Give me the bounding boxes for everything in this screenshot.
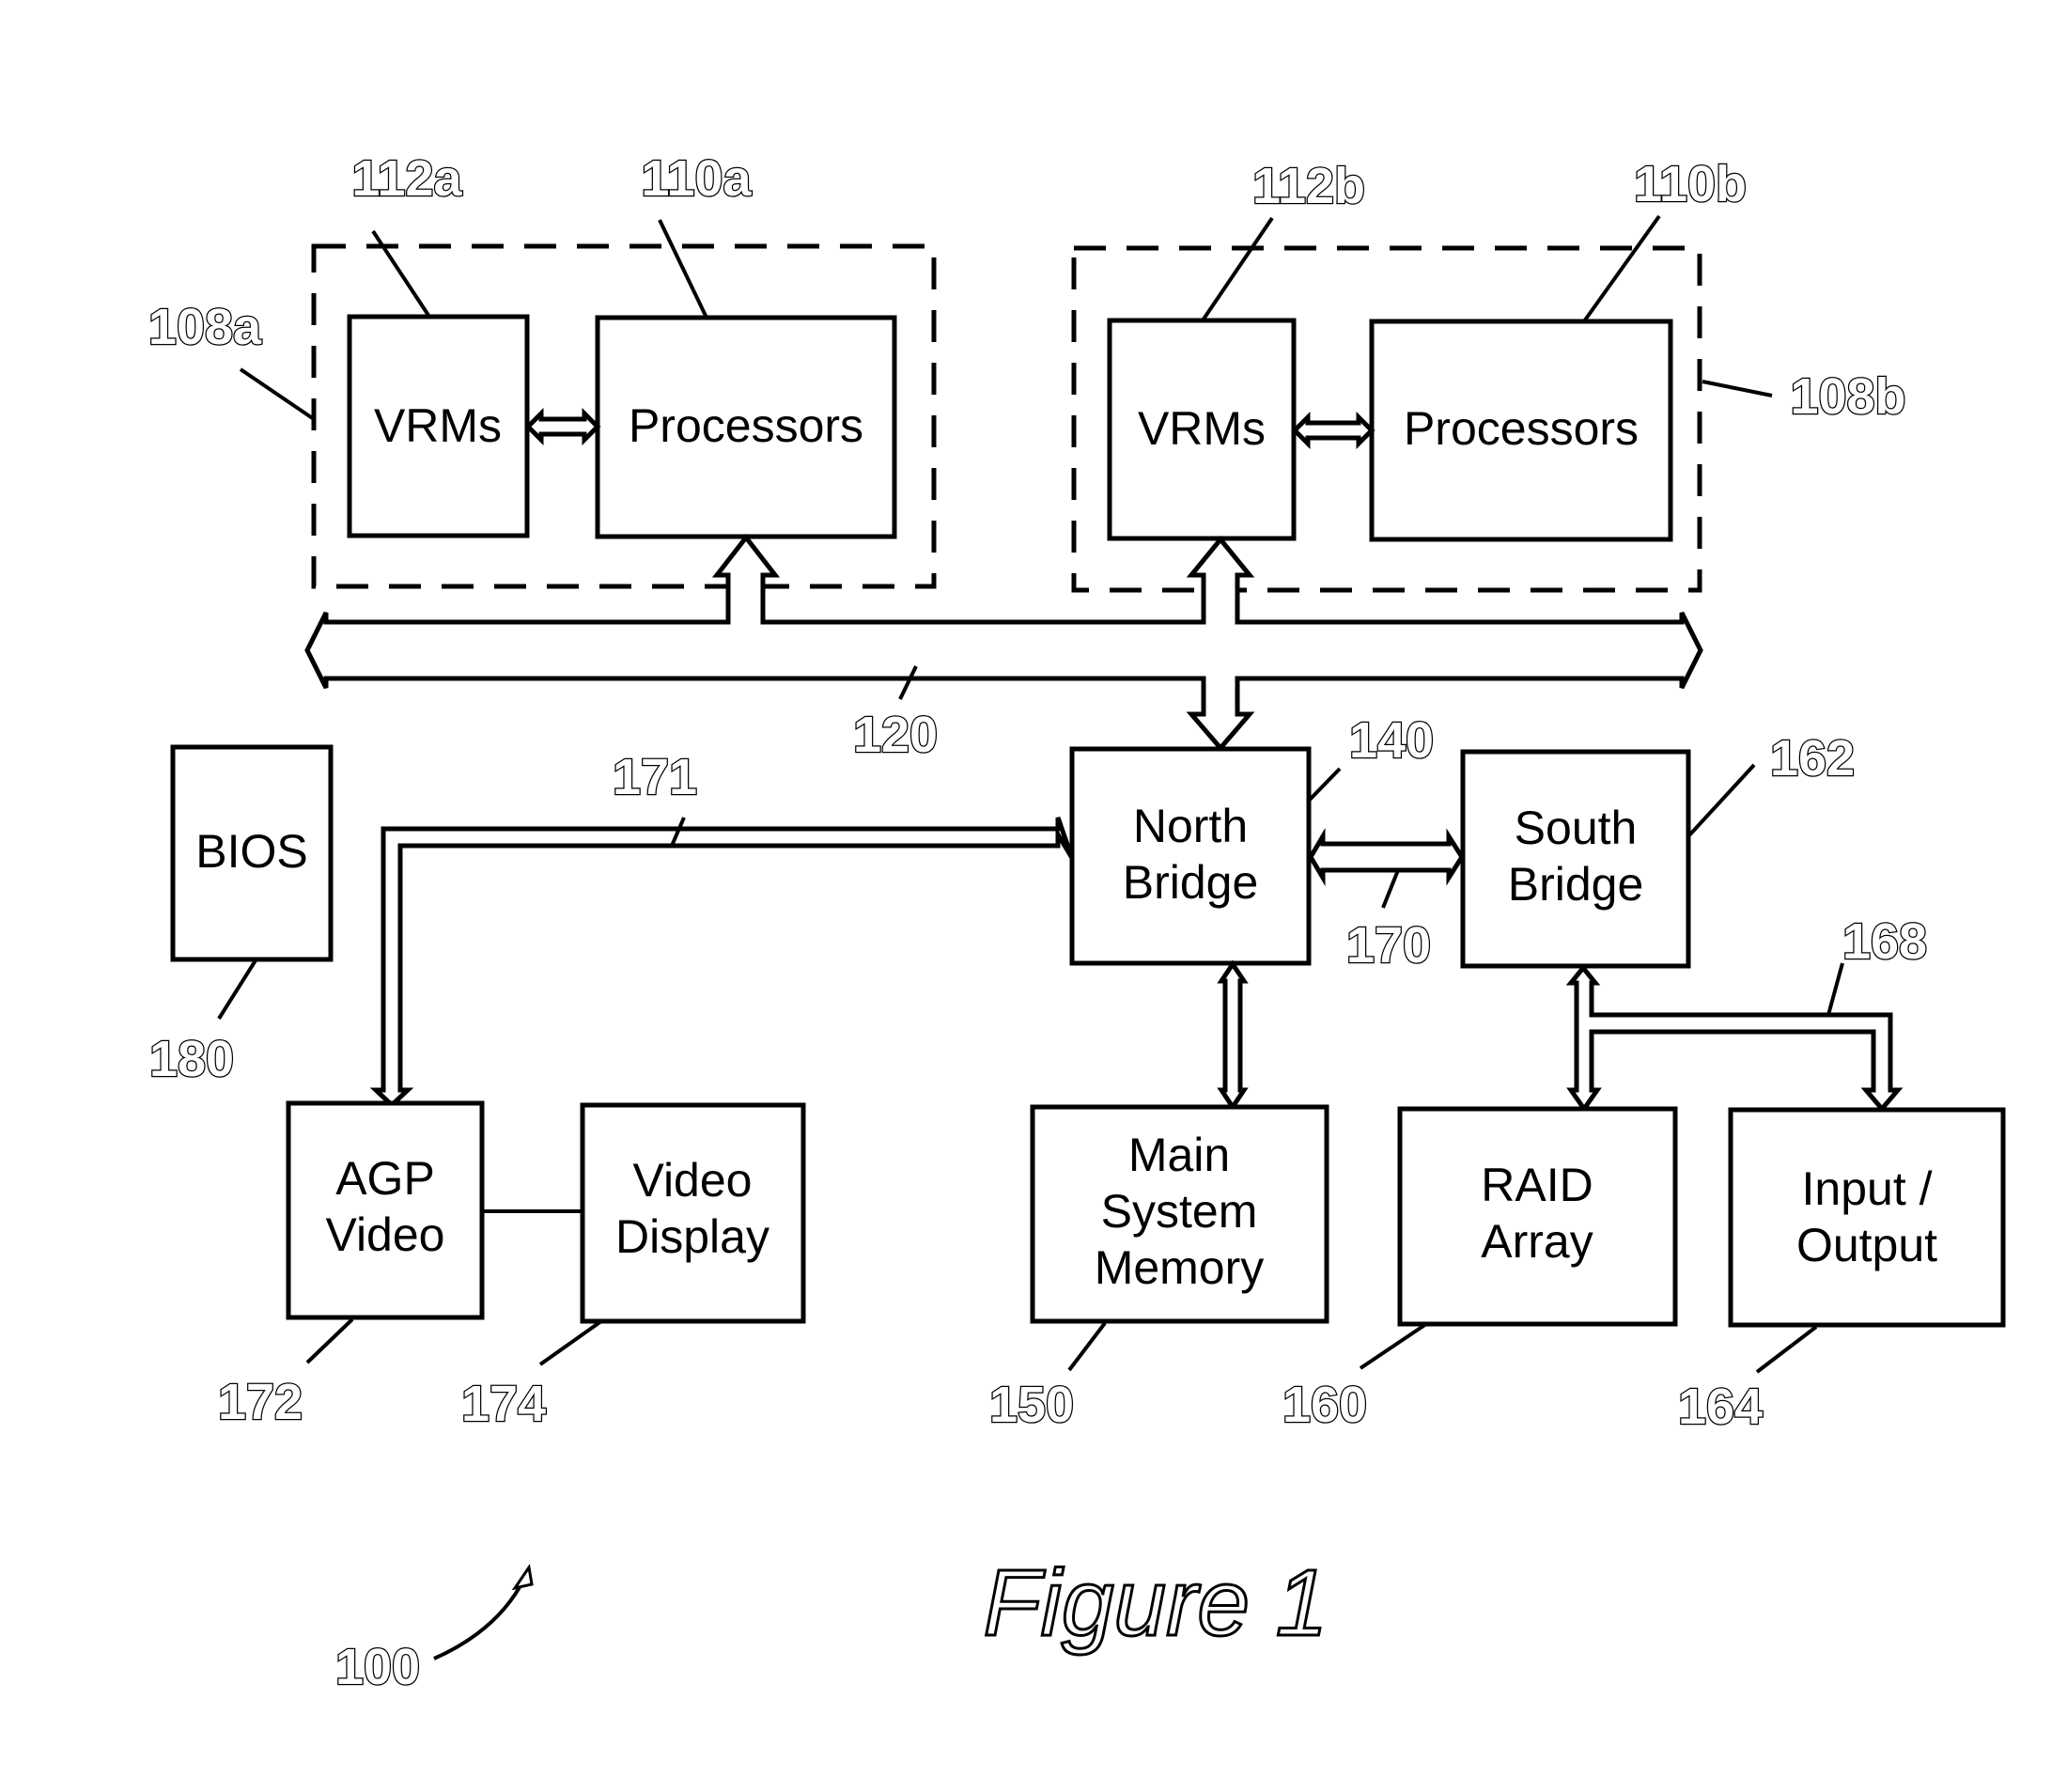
video-display-label-1: Video xyxy=(633,1154,753,1207)
ref-110b: 110b xyxy=(1634,156,1747,212)
main-memory-label-2: System xyxy=(1101,1185,1258,1238)
agp-video-label-1: AGP xyxy=(335,1152,435,1205)
vrm-proc-arrow-a xyxy=(524,407,601,446)
ref-112b: 112b xyxy=(1252,158,1365,214)
leader-108b xyxy=(1702,380,1773,397)
processors-b-label: Processors xyxy=(1404,402,1639,455)
main-memory-label-3: Memory xyxy=(1095,1241,1265,1294)
ref-140: 140 xyxy=(1349,712,1434,769)
ref-112a: 112a xyxy=(351,150,462,207)
vrms-b-label: VRMs xyxy=(1138,402,1266,455)
agp-video-label-2: Video xyxy=(326,1208,445,1261)
video-display-label-2: Display xyxy=(615,1210,769,1263)
ref-168: 168 xyxy=(1842,913,1927,970)
ref-150: 150 xyxy=(989,1377,1074,1433)
ref-120: 120 xyxy=(853,707,938,763)
raid-array-label-2: Array xyxy=(1481,1215,1593,1268)
figure-diagram: VRMs Processors VRMs Processors BIOS Nor… xyxy=(148,149,2006,1696)
processors-a-label: Processors xyxy=(629,399,863,452)
leader-108a xyxy=(239,367,316,421)
leader-180 xyxy=(217,958,257,1021)
leader-150 xyxy=(1067,1321,1107,1372)
leader-164 xyxy=(1755,1325,1818,1374)
ref-171: 171 xyxy=(613,749,697,805)
leader-174 xyxy=(538,1319,603,1366)
host-bus-120 xyxy=(304,533,1703,752)
vrms-a-label: VRMs xyxy=(374,399,502,452)
north-bridge-label-2: Bridge xyxy=(1123,856,1259,909)
vrm-proc-arrow-b xyxy=(1291,411,1375,450)
leader-172 xyxy=(305,1317,354,1364)
ref-164: 164 xyxy=(1678,1379,1763,1435)
input-output-label-1: Input / xyxy=(1802,1162,1933,1215)
ref-108b: 108b xyxy=(1790,368,1905,425)
hub-link-170 xyxy=(1308,827,1465,887)
input-output-label-2: Output xyxy=(1796,1219,1937,1271)
south-bus-168 xyxy=(1565,964,1904,1114)
ref-170: 170 xyxy=(1346,917,1431,974)
figure-title: Figure 1 xyxy=(984,1550,1329,1656)
main-memory-label-1: Main xyxy=(1128,1129,1230,1181)
input-output-box xyxy=(1728,1107,2006,1328)
leader-168 xyxy=(1826,962,1844,1016)
memory-bus xyxy=(1217,959,1249,1112)
ref-100: 100 xyxy=(335,1639,420,1695)
ref-108a: 108a xyxy=(148,299,262,355)
agp-bus-171 xyxy=(369,817,1075,1109)
leader-112b xyxy=(1201,216,1274,322)
ref-180: 180 xyxy=(149,1031,234,1087)
raid-array-label-1: RAID xyxy=(1481,1159,1593,1211)
ref-162: 162 xyxy=(1770,730,1855,787)
ref-174: 174 xyxy=(461,1376,546,1432)
leader-110b xyxy=(1582,214,1661,323)
arrow-head-icon xyxy=(511,1564,534,1591)
ref-160: 160 xyxy=(1282,1377,1367,1433)
bios-label: BIOS xyxy=(195,825,307,878)
south-bridge-label-1: South xyxy=(1515,802,1638,854)
leader-140 xyxy=(1307,767,1342,803)
leader-110a xyxy=(658,219,708,319)
ref-172: 172 xyxy=(218,1374,303,1430)
north-bridge-label-1: North xyxy=(1133,800,1248,852)
leader-162 xyxy=(1686,763,1756,838)
system-pointer-arrow xyxy=(433,1578,526,1660)
ref-110a: 110a xyxy=(641,150,752,207)
leader-160 xyxy=(1359,1322,1428,1370)
leader-170 xyxy=(1381,869,1400,909)
south-bridge-label-2: Bridge xyxy=(1508,858,1644,911)
